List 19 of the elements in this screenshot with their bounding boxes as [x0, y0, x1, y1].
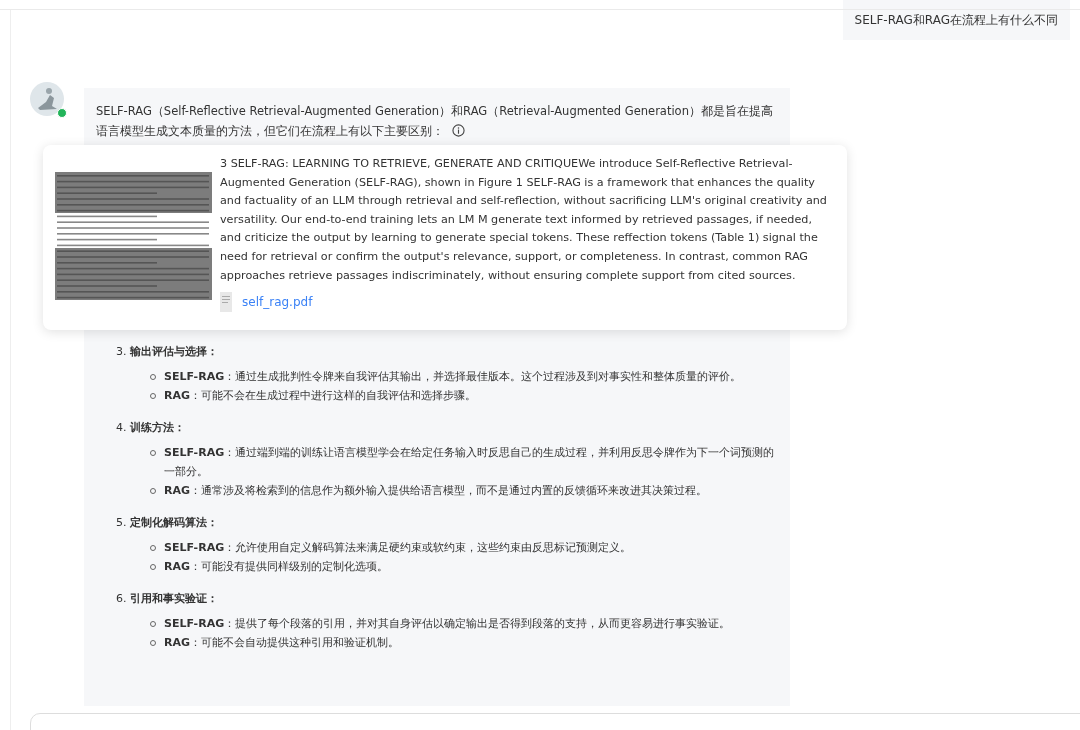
- answer-intro: SELF-RAG（Self-Reflective Retrieval-Augmented Generation）和RAG（Retrieval-Augmented Generation）都是旨在提高语言模型生成文本质量的方法，但它们在流程上有以下主要区别：: [96, 103, 774, 140]
- bullet-point: SELF-RAG：通过端到端的训练让语言模型学会在给定任务输入时反思自己的生成过程，并利用反思令牌作为下一个词预测的一部分。: [164, 445, 776, 480]
- bullet-point: RAG：可能不会自动提供这种引用和验证机制。: [164, 635, 400, 651]
- info-icon[interactable]: [452, 124, 465, 137]
- section-heading: 6. 引用和事实验证：: [116, 591, 219, 607]
- bullet-point: SELF-RAG：通过生成批判性令牌来自我评估其输出，并选择最佳版本。这个过程涉及到对事实性和整体质量的评价。: [164, 369, 743, 385]
- bullet-point: RAG：通常涉及将检索到的信息作为额外输入提供给语言模型，而不是通过内置的反馈循环来改进其决策过程。: [164, 483, 708, 499]
- bullet-point: SELF-RAG：提供了每个段落的引用，并对其自身评估以确定输出是否得到段落的支持，从而更容易进行事实验证。: [164, 616, 732, 632]
- citation-excerpt: 3 SELF-RAG: LEARNING TO RETRIEVE, GENERATE AND CRITIQUEWe introduce Self-Reflective Retrieval-Augmented Generation (SELF-RAG), shown in Figure 1 SELF-RAG is a framework that enhances the quality and factuality of an LLM through retrieval and self-reflection, without sacrificing LLM's original creativity and versatility. Our end-to-end training lets an LM M generate text informed by retrieved passages, if needed, and criticize the output by learning to generate special tokens. These reffection tokens (Table 1) signal the need for retrieval or confirm the output's relevance, support, or completeness. In contrast, common RAG approaches retrieve passages indiscriminately, without ensuring complete support from cited sources.: [220, 156, 828, 284]
- section-heading: 5. 定制化解码算法：: [116, 515, 219, 531]
- avatar: [30, 82, 64, 116]
- bullet-point: RAG：可能不会在生成过程中进行这样的自我评估和选择步骤。: [164, 388, 477, 404]
- section-heading: 3. 输出评估与选择：: [116, 344, 219, 360]
- user-message: SELF-RAG和RAG在流程上有什么不同: [842, 0, 1070, 40]
- section-heading: 4. 训练方法：: [116, 420, 186, 436]
- bullet-point: RAG：可能没有提供同样级别的定制化选项。: [164, 559, 389, 575]
- file-link[interactable]: self_rag.pdf: [242, 295, 313, 310]
- document-icon: [220, 291, 232, 314]
- bullet-point: SELF-RAG：允许使用自定义解码算法来满足硬约束或软约束，这些约束由反思标记预测定义。: [164, 540, 633, 556]
